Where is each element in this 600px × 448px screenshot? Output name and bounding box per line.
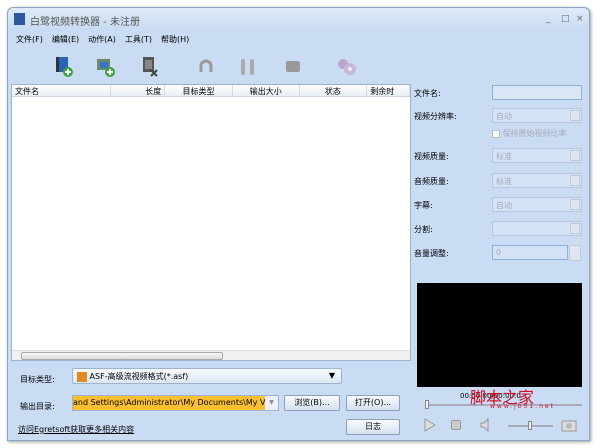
aquality-select[interactable]: 标准 [492,173,582,188]
egretsoft-link[interactable]: 访问Egretsoft获取更多相关内容 [18,424,134,435]
vquality-value: 标准 [496,152,512,161]
chevron-down-icon [570,223,580,234]
file-list[interactable]: 文件名 长度 目标类型 输出大小 状态 剩余时 [11,84,411,361]
add-folder-icon [97,59,115,77]
volume-value: 0 [496,248,502,257]
stop-icon [286,61,300,72]
volume-slider[interactable] [508,421,553,430]
menu-help[interactable]: 帮助(H) [161,34,189,45]
keep-ratio-checkbox[interactable]: 保持原始视频比率 [492,128,567,139]
vquality-select[interactable]: 标准 [492,148,582,163]
col-remaining[interactable]: 剩余时 [367,85,410,96]
col-length[interactable]: 长度 [111,85,166,96]
menu-file[interactable]: 文件(F) [16,34,43,45]
settings-button[interactable] [335,54,359,80]
filename-label: 文件名: [414,89,441,98]
subtitle-select[interactable]: 自动 [492,197,582,212]
scroll-thumb[interactable] [21,352,223,360]
maximize-button[interactable]: □ [561,14,570,24]
add-folder-button[interactable] [94,54,118,80]
stop-button[interactable] [281,54,305,80]
volume-input[interactable]: 0 [492,245,568,260]
gear-icon [338,59,356,75]
split-select[interactable] [492,221,582,236]
col-status[interactable]: 状态 [300,85,368,96]
chevron-down-icon [570,110,580,121]
horizontal-scrollbar[interactable] [12,350,410,360]
video-preview [417,283,582,387]
keep-ratio-label: 保持原始视频比率 [502,129,567,138]
output-dir-value: and Settings\Administrator\My Documents\… [73,396,278,410]
watermark-url: www.jb51.net [490,403,555,410]
menu-edit[interactable]: 编辑(E) [52,34,79,45]
menu-bar: 文件(F) 编辑(E) 动作(A) 工具(T) 帮助(H) [16,34,189,45]
remove-button[interactable] [138,54,162,80]
camera-icon[interactable] [561,418,577,432]
title-bar: 白鹭视频转换器 - 未注册 _ □ × [8,8,589,30]
add-file-button[interactable] [52,54,76,80]
remove-video-icon [143,57,158,77]
resolution-label: 视频分辨率: [414,112,457,121]
convert-button[interactable] [194,54,218,80]
chevron-down-icon [570,199,580,210]
speaker-icon[interactable] [480,418,490,432]
app-icon [14,13,25,25]
subtitle-value: 自动 [496,201,512,210]
seek-thumb[interactable] [425,400,429,409]
resolution-value: 自动 [496,112,512,121]
target-type-label: 目标类型: [20,375,55,384]
output-dir-input[interactable]: and Settings\Administrator\My Documents\… [72,395,279,411]
film-icon [77,371,87,382]
col-target[interactable]: 目标类型 [165,85,233,96]
col-size[interactable]: 输出大小 [233,85,300,96]
stop-player-icon[interactable] [451,420,461,430]
refresh-icon [199,59,213,72]
aquality-value: 标准 [496,177,512,186]
minimize-button[interactable]: _ [546,14,551,24]
aquality-label: 音频质量: [414,177,449,186]
pause-icon [241,59,254,75]
output-dir-label: 输出目录: [20,402,55,411]
split-label: 分割: [414,225,433,234]
subtitle-label: 字幕: [414,201,433,210]
col-filename[interactable]: 文件名 [12,85,112,96]
chevron-down-icon: ▼ [265,396,278,410]
chevron-down-icon [570,150,580,161]
browse-button[interactable]: 浏览(B)... [284,395,340,411]
volume-spinner[interactable] [569,245,581,261]
pause-button[interactable] [236,54,260,80]
window-title: 白鹭视频转换器 - 未注册 [30,17,140,28]
open-button[interactable]: 打开(O)... [346,395,400,411]
list-header: 文件名 长度 目标类型 输出大小 状态 剩余时 [12,85,410,97]
add-video-icon [56,57,73,77]
volume-label: 音量调整: [414,249,449,258]
chevron-down-icon: ▼ [328,371,335,380]
chevron-down-icon [570,175,580,186]
vquality-label: 视频质量: [414,152,449,161]
filename-field[interactable] [492,85,582,100]
menu-tools[interactable]: 工具(T) [125,34,152,45]
target-type-select[interactable]: ASF-高级流视频格式(*.asf) ▼ [72,368,342,384]
log-button[interactable]: 日志 [346,419,400,435]
menu-action[interactable]: 动作(A) [88,34,116,45]
volume-thumb[interactable] [528,421,532,430]
target-type-value: ASF-高级流视频格式(*.asf) [89,372,189,381]
play-icon[interactable] [423,418,437,432]
close-button[interactable]: × [576,14,584,24]
checkbox-icon [492,129,500,138]
resolution-select[interactable]: 自动 [492,108,582,123]
app-window: 白鹭视频转换器 - 未注册 _ □ × 文件(F) 编辑(E) 动作(A) 工具… [7,7,590,441]
